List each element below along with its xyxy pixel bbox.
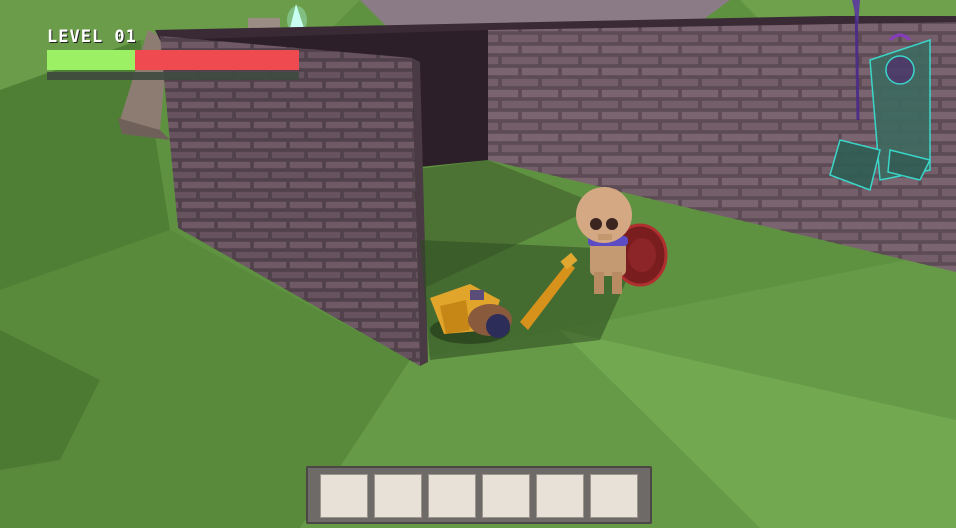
inventory-slot-1[interactable] [320,474,368,518]
health-bar-fill [47,50,136,70]
inventory-hotbar [306,466,652,524]
stamina-bar [47,72,299,80]
game-scene: LEVEL 01 [0,0,956,528]
level-label: LEVEL 01 [47,27,137,47]
health-bar [47,50,299,70]
inventory-slot-2[interactable] [374,474,422,518]
inventory-slot-5[interactable] [536,474,584,518]
inventory-slot-6[interactable] [590,474,638,518]
inventory-slot-3[interactable] [428,474,476,518]
inventory-slot-4[interactable] [482,474,530,518]
